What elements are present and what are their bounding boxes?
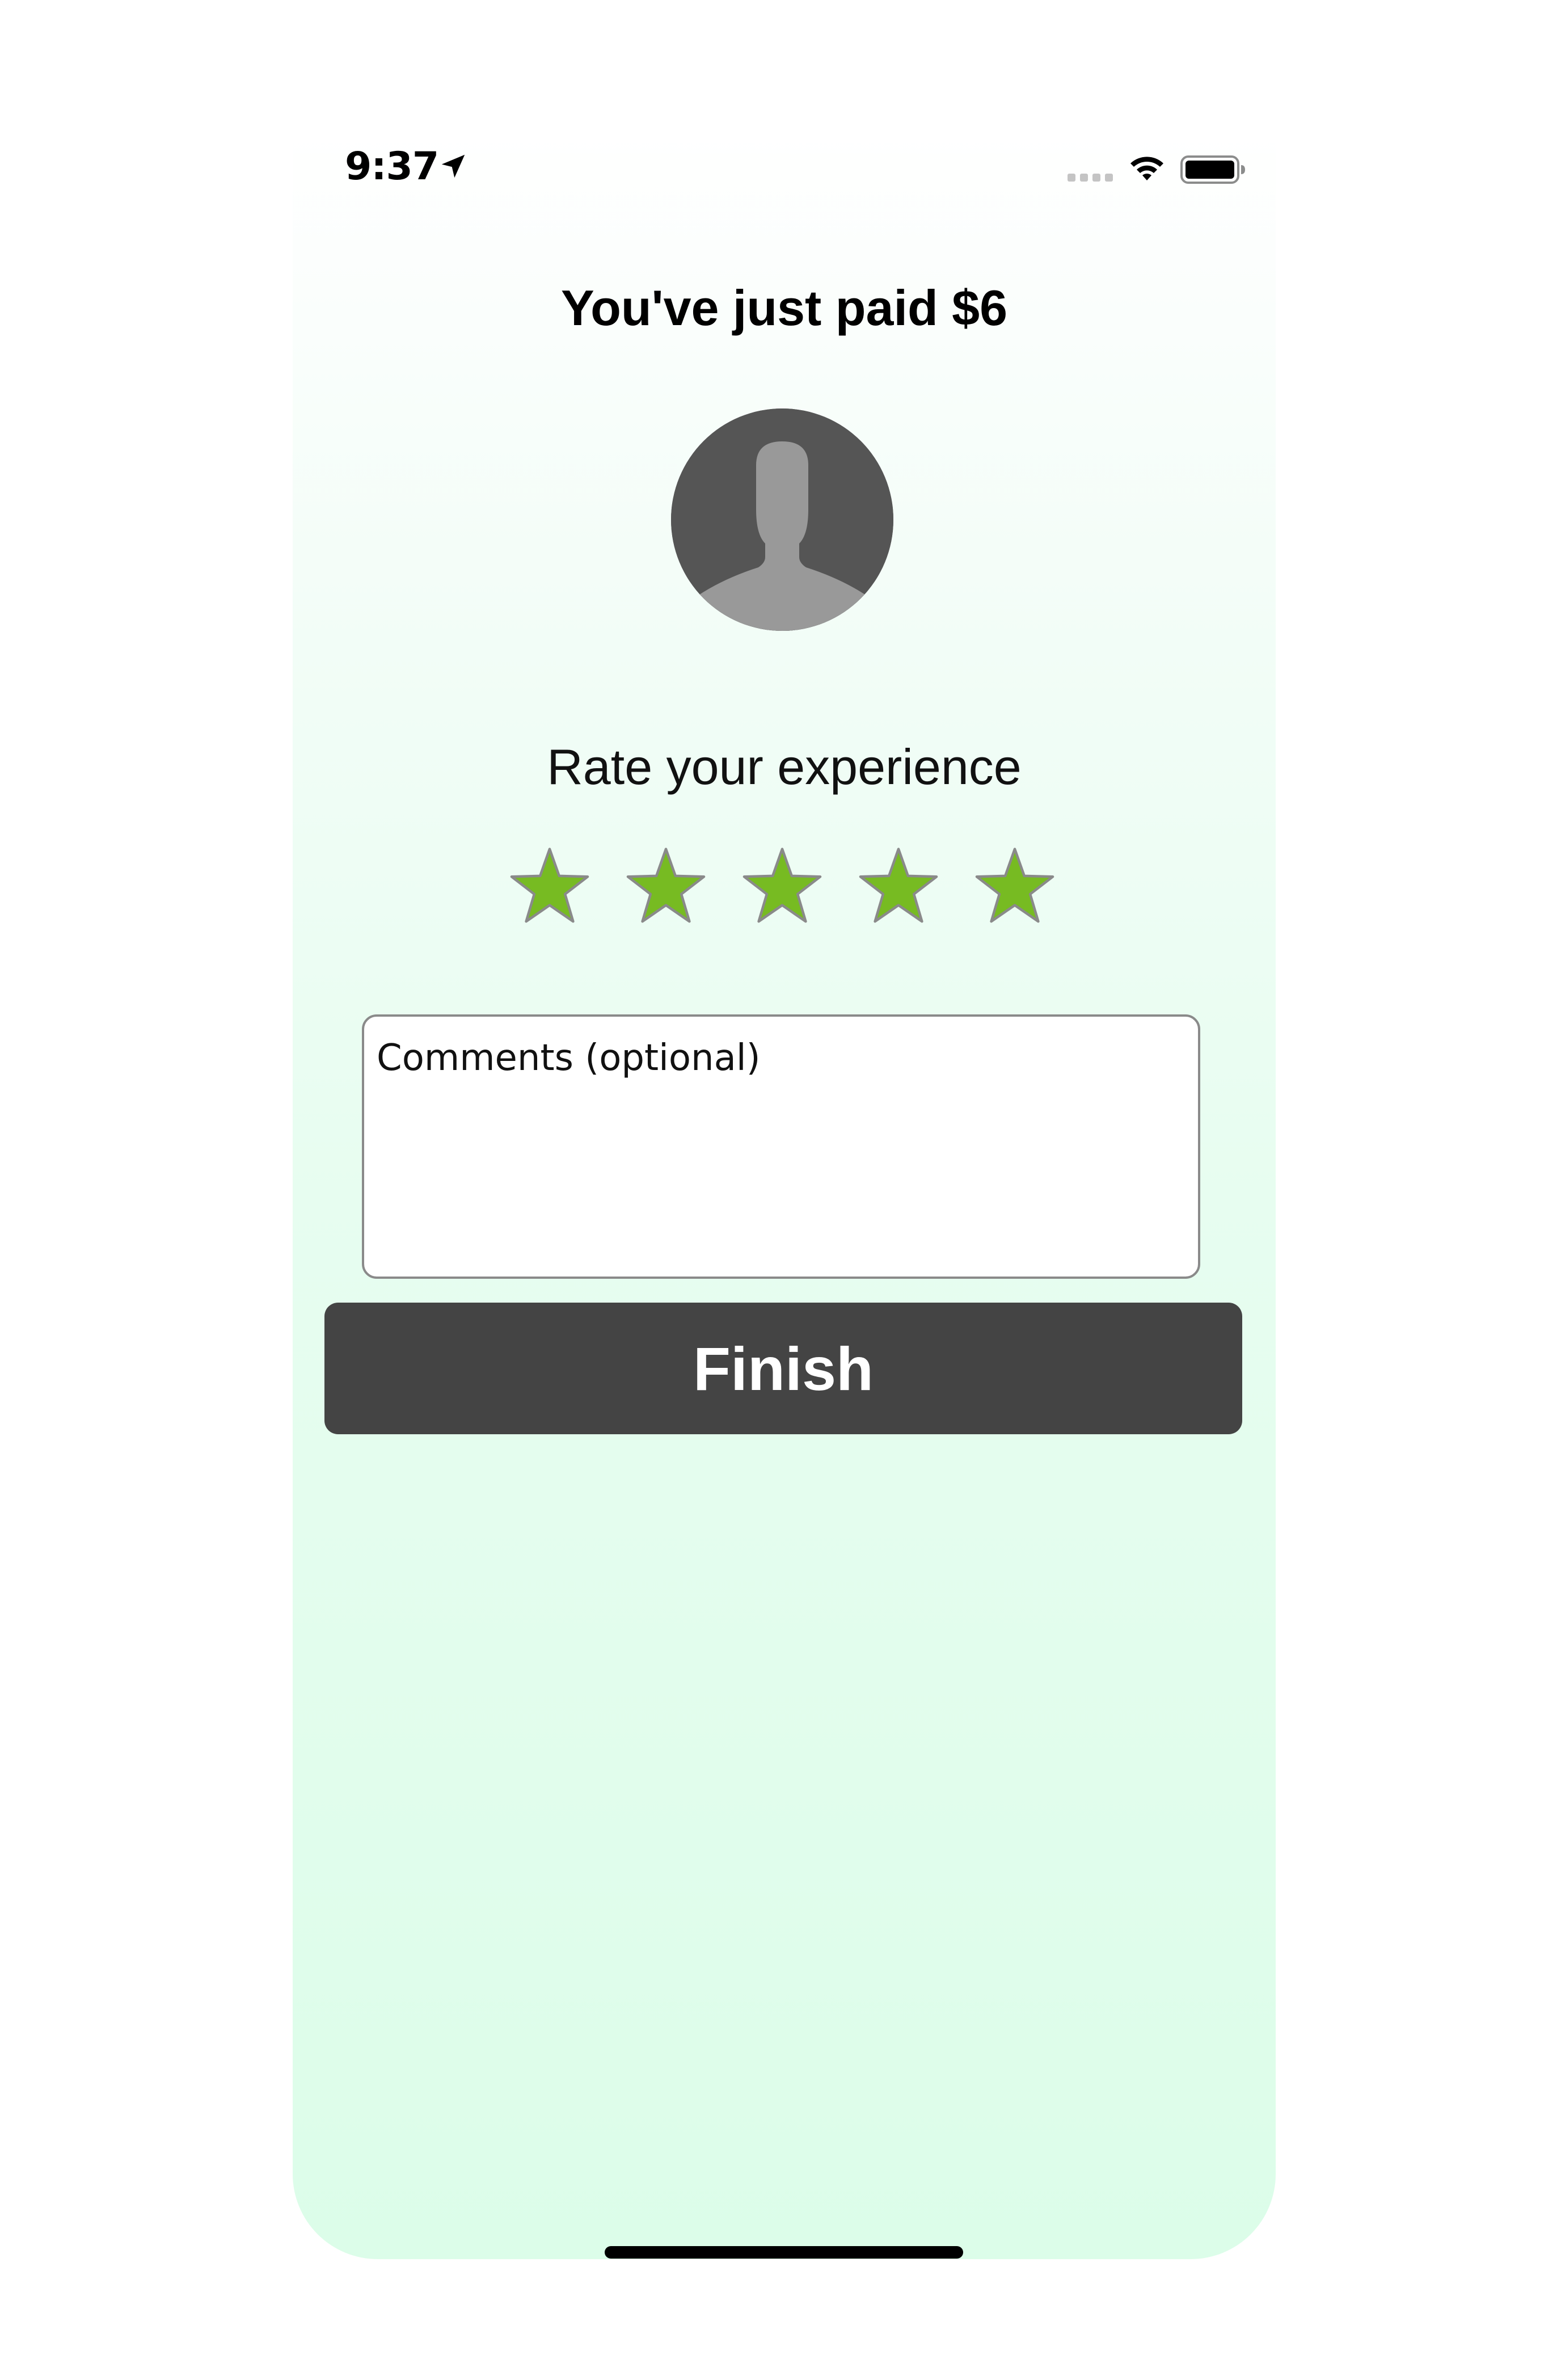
rating-label: Rate your experience <box>547 739 1022 795</box>
star-5-icon[interactable] <box>972 846 1057 932</box>
comments-input[interactable] <box>362 1014 1200 1279</box>
home-indicator[interactable] <box>605 2246 963 2259</box>
star-1-icon[interactable] <box>507 846 592 932</box>
finish-button[interactable]: Finish <box>324 1303 1242 1434</box>
cellular-signal-icon <box>1068 174 1113 182</box>
status-time: 9:37 <box>345 144 439 189</box>
battery-icon <box>1180 155 1245 184</box>
status-bar: 9:37 <box>293 132 1276 205</box>
star-rating <box>507 846 1063 932</box>
location-arrow-icon <box>441 154 465 178</box>
star-3-icon[interactable] <box>740 846 825 932</box>
person-silhouette-icon <box>671 408 893 631</box>
star-4-icon[interactable] <box>856 846 941 932</box>
payment-title: You've just paid $6 <box>560 280 1008 336</box>
phone-screen: 9:37 You've just paid $6 Rate your exper… <box>293 132 1276 2259</box>
avatar <box>671 408 893 631</box>
wifi-icon <box>1130 157 1163 180</box>
star-2-icon[interactable] <box>623 846 708 932</box>
